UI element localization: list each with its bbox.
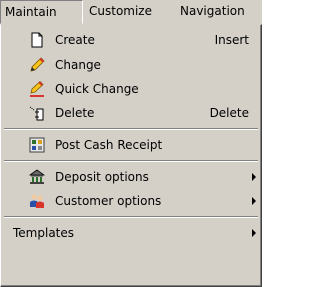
menu-item-change[interactable]: Change [4,53,258,77]
menu-item-quick-change[interactable]: Quick Change [4,77,258,101]
menu-item-create[interactable]: Create Insert [4,28,258,52]
submenu-arrow-icon [252,229,256,237]
change-label: Change [55,58,101,72]
menu-navigation-label: Navigation [180,4,245,18]
quick-change-label: Quick Change [55,82,139,96]
deposit-options-label: Deposit options [55,170,149,184]
menu-maintain-label: Maintain [5,5,57,19]
submenu-arrow-icon [252,197,256,205]
menu-item-deposit-options[interactable]: Deposit options [4,165,258,189]
menu-maintain[interactable]: Maintain [0,0,83,24]
new-document-icon [31,32,43,48]
create-shortcut: Insert [214,33,249,47]
menu-separator [4,216,258,218]
pencil-icon [30,57,45,72]
menu-item-templates[interactable]: Templates [4,221,258,245]
delete-shortcut: Delete [209,106,249,120]
menu-item-post-cash-receipt[interactable]: Post Cash Receipt [4,133,258,157]
menu-bar: Maintain Customize Navigation [0,0,262,24]
menu-separator [4,160,258,162]
menu-navigation[interactable]: Navigation [176,0,262,24]
post-cash-receipt-label: Post Cash Receipt [55,138,163,152]
menu-separator [4,128,258,130]
menu-item-customer-options[interactable]: Customer options [4,189,258,213]
menu-customize-label: Customize [89,4,152,18]
bank-icon [29,169,45,184]
quick-change-pencil-icon [30,81,44,97]
customer-options-label: Customer options [55,194,162,208]
delete-icon [29,106,44,121]
submenu-arrow-icon [252,173,256,181]
menu-customize[interactable]: Customize [85,0,174,24]
customers-icon [30,194,44,208]
templates-label: Templates [13,226,75,240]
cash-receipt-icon [29,137,45,153]
create-label: Create [55,33,95,47]
delete-label: Delete [55,106,95,120]
maintain-dropdown-menu: Create Insert Change Quick Change Delete… [0,24,262,287]
menu-item-delete[interactable]: Delete Delete [4,101,258,125]
